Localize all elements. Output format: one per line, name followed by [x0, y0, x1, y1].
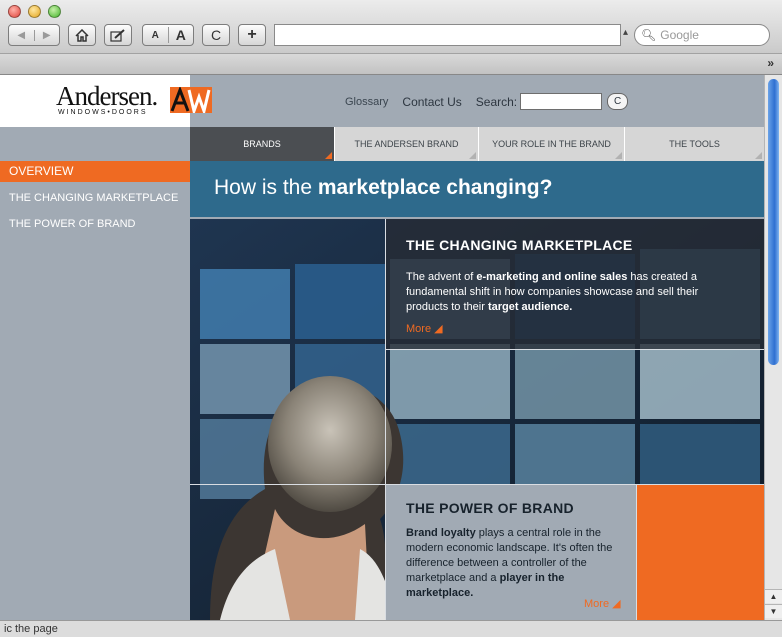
close-window-button[interactable]	[8, 5, 21, 18]
logo-wordmark: Andersen.	[56, 81, 158, 111]
sidebar-item-overview[interactable]: OVERVIEW	[0, 161, 190, 182]
more-link-label: More	[584, 598, 610, 610]
panel-heading: THE CHANGING MARKETPLACE	[406, 237, 633, 253]
logo-tagline: WINDOWS•DOORS	[58, 109, 148, 116]
google-search-placeholder: Google	[660, 28, 699, 42]
glossary-link[interactable]: Glossary	[345, 96, 388, 108]
divider	[385, 350, 386, 484]
tab-brands[interactable]: BRANDS	[190, 127, 334, 161]
tab-corner-icon	[755, 152, 762, 159]
divider	[190, 484, 385, 485]
home-button[interactable]	[68, 24, 96, 46]
reload-button[interactable]: C	[202, 24, 230, 46]
vertical-scrollbar[interactable]: ▲ ▼	[764, 75, 782, 620]
hero-banner: How is the marketplace changing?	[190, 161, 764, 217]
search-submit-button[interactable]: C	[607, 93, 629, 110]
search-icon: 🔍︎	[641, 28, 657, 42]
site-search-input[interactable]	[520, 93, 603, 110]
tab-label: YOUR ROLE IN THE BRAND	[492, 139, 611, 149]
sidebar-item-changing-marketplace[interactable]: THE CHANGING MARKETPLACE	[0, 185, 190, 211]
orange-triangle-icon: ◢	[434, 323, 443, 335]
address-dropdown-icon[interactable]: ▴	[623, 27, 628, 38]
home-icon	[75, 28, 89, 42]
panel-body: The advent of e-marketing and online sal…	[406, 270, 711, 315]
main-tabs: BRANDS THE ANDERSEN BRAND YOUR ROLE IN T…	[190, 127, 764, 161]
status-bar: ic the page	[0, 620, 782, 637]
text-smaller-button[interactable]: A	[143, 30, 168, 41]
panel-text-bold: Brand loyalty	[406, 527, 476, 539]
address-bar[interactable]	[274, 24, 621, 46]
pencil-icon	[110, 28, 125, 42]
more-link[interactable]: More ◢	[406, 322, 443, 335]
forward-button[interactable]: ▶	[33, 29, 60, 41]
tab-label: THE ANDERSEN BRAND	[354, 139, 459, 149]
scrollbar-thumb[interactable]	[768, 79, 779, 365]
back-forward-buttons: ◀ ▶	[8, 24, 60, 46]
tab-the-tools[interactable]: THE TOOLS	[624, 127, 764, 161]
tab-corner-icon	[615, 152, 622, 159]
page-title: How is the marketplace changing?	[214, 176, 552, 200]
utility-nav: Glossary Contact Us Search: C	[345, 93, 629, 110]
panel-text-bold: e-marketing and online sales	[476, 271, 628, 283]
scroll-down-arrow-icon[interactable]: ▼	[765, 604, 782, 618]
tab-the-andersen-brand[interactable]: THE ANDERSEN BRAND	[334, 127, 478, 161]
panel-text-bold: target audience.	[487, 301, 573, 313]
bookmarks-bar: »	[0, 53, 782, 74]
minimize-window-button[interactable]	[28, 5, 41, 18]
back-button[interactable]: ◀	[9, 30, 34, 41]
zoom-window-button[interactable]	[48, 5, 61, 18]
text-bigger-button[interactable]: A	[167, 27, 194, 43]
bookmark-button[interactable]	[104, 24, 132, 46]
page-title-plain: How is the	[214, 176, 318, 199]
google-search-field[interactable]: 🔍︎ Google	[634, 24, 770, 46]
tab-label: THE TOOLS	[669, 139, 720, 149]
scroll-up-arrow-icon[interactable]: ▲	[765, 589, 782, 603]
orange-triangle-icon: ◢	[612, 598, 621, 610]
orange-accent-block	[636, 484, 764, 620]
site-header: Andersen. WINDOWS•DOORS Glossary Contact…	[0, 75, 764, 127]
sidebar-item-power-of-brand[interactable]: THE POWER OF BRAND	[0, 211, 190, 237]
search-label: Search:	[475, 94, 518, 109]
text-size-buttons: A A	[142, 24, 194, 46]
changing-marketplace-panel: THE CHANGING MARKETPLACE The advent of e…	[385, 219, 764, 350]
panel-body: Brand loyalty plays a central role in th…	[406, 526, 628, 601]
tab-label: BRANDS	[243, 139, 281, 149]
page-title-bold: marketplace changing?	[317, 176, 553, 199]
tab-corner-icon	[325, 152, 332, 159]
more-link[interactable]: More ◢	[584, 597, 621, 610]
bookmarks-overflow-button[interactable]: »	[767, 56, 774, 70]
power-of-brand-panel: THE POWER OF BRAND Brand loyalty plays a…	[385, 484, 636, 620]
contact-us-link[interactable]: Contact Us	[402, 95, 461, 109]
tab-corner-icon	[469, 152, 476, 159]
panel-text: The advent of	[406, 271, 477, 283]
browser-toolbar: ◀ ▶ A A C + ▴ 🔍︎ Google »	[0, 0, 782, 75]
add-bookmark-button[interactable]: +	[238, 24, 266, 46]
panel-heading: THE POWER OF BRAND	[406, 500, 574, 516]
tab-your-role-in-the-brand[interactable]: YOUR ROLE IN THE BRAND	[478, 127, 624, 161]
more-link-label: More	[406, 323, 432, 335]
sidebar-nav: OVERVIEW THE CHANGING MARKETPLACE THE PO…	[0, 161, 190, 237]
logo[interactable]: Andersen. WINDOWS•DOORS	[0, 75, 190, 127]
window-controls	[8, 5, 61, 18]
andersen-aw-logo-icon	[170, 87, 212, 113]
